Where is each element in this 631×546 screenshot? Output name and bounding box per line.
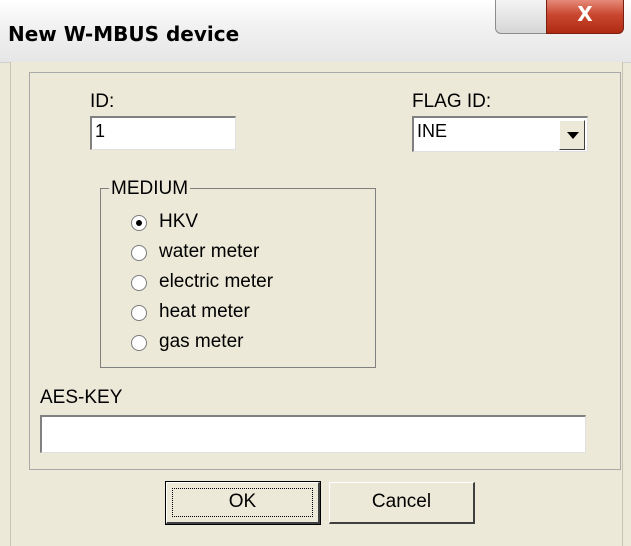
dialog-client: ID: 1 FLAG ID: INE MEDIUM HKV water mete… — [10, 62, 623, 546]
radio-unchecked-icon[interactable] — [131, 245, 147, 261]
flag-id-value: INE — [417, 121, 448, 141]
radio-label: gas meter — [159, 331, 244, 352]
settings-panel: ID: 1 FLAG ID: INE MEDIUM HKV water mete… — [29, 72, 621, 470]
aes-key-input[interactable] — [40, 415, 586, 453]
id-input-value: 1 — [95, 121, 106, 141]
radio-label: water meter — [159, 241, 260, 262]
radio-unchecked-icon[interactable] — [131, 305, 147, 321]
aes-key-label: AES-KEY — [40, 387, 123, 408]
radio-checked-icon[interactable] — [131, 215, 147, 231]
radio-unchecked-icon[interactable] — [131, 335, 147, 351]
minimize-button[interactable] — [495, 0, 547, 34]
window-title: New W-MBUS device — [8, 22, 240, 46]
title-bar[interactable]: New W-MBUS device X — [0, 0, 631, 63]
close-icon: X — [577, 2, 593, 26]
cancel-button[interactable]: Cancel — [329, 482, 475, 524]
radio-label: heat meter — [159, 301, 250, 322]
id-input[interactable]: 1 — [90, 116, 236, 150]
focus-rectangle — [172, 488, 313, 517]
cancel-button-label: Cancel — [371, 491, 432, 512]
id-label: ID: — [90, 91, 115, 112]
dialog-window: New W-MBUS device X ID: 1 FLAG ID: INE M… — [0, 0, 631, 546]
radio-unchecked-icon[interactable] — [131, 275, 147, 291]
ok-button[interactable]: OK — [165, 481, 321, 525]
medium-group-title: MEDIUM — [109, 178, 191, 200]
dropdown-arrow-icon[interactable] — [559, 120, 585, 150]
medium-group: MEDIUM HKV water meter electric meter he… — [100, 178, 376, 368]
radio-label: HKV — [159, 211, 199, 232]
flag-id-select[interactable]: INE — [412, 116, 588, 152]
flag-id-label: FLAG ID: — [412, 91, 492, 112]
close-button[interactable]: X — [546, 0, 624, 34]
radio-label: electric meter — [159, 271, 274, 292]
